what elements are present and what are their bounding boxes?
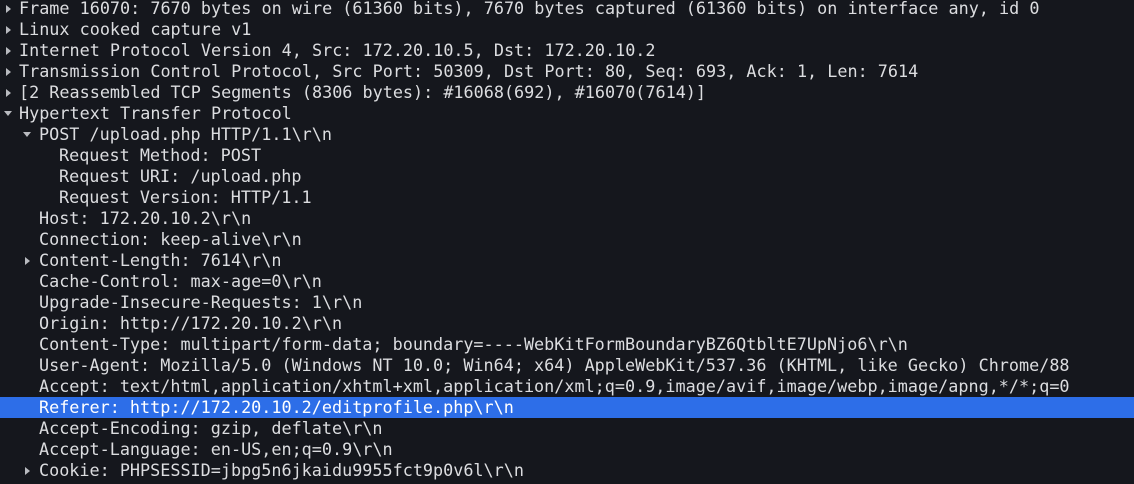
- tree-item-label: Cache-Control: max-age=0\r\n: [39, 271, 322, 291]
- tree-item-label: Request URI: /upload.php: [59, 166, 302, 186]
- tree-item-accept[interactable]: Accept: text/html,application/xhtml+xml,…: [0, 376, 1134, 397]
- tree-item-label: Transmission Control Protocol, Src Port:…: [19, 61, 919, 81]
- tree-item-referer[interactable]: Referer: http://172.20.10.2/editprofile.…: [0, 397, 1134, 418]
- tree-item-linux-cooked-capture[interactable]: Linux cooked capture v1: [0, 19, 1134, 40]
- chevron-right-icon[interactable]: [2, 40, 14, 61]
- tree-item-request-line[interactable]: POST /upload.php HTTP/1.1\r\n: [0, 124, 1134, 145]
- tree-item-label: Accept: text/html,application/xhtml+xml,…: [39, 376, 1070, 396]
- tree-item-label: Request Method: POST: [59, 145, 262, 165]
- chevron-right-icon[interactable]: [2, 82, 14, 103]
- tree-item-user-agent[interactable]: User-Agent: Mozilla/5.0 (Windows NT 10.0…: [0, 355, 1134, 376]
- chevron-right-icon[interactable]: [2, 61, 14, 82]
- tree-item-label: [2 Reassembled TCP Segments (8306 bytes)…: [19, 82, 707, 102]
- tree-item-content-type[interactable]: Content-Type: multipart/form-data; bound…: [0, 334, 1134, 355]
- tree-item-host[interactable]: Host: 172.20.10.2\r\n: [0, 208, 1134, 229]
- tree-item-reassembled-segments[interactable]: [2 Reassembled TCP Segments (8306 bytes)…: [0, 82, 1134, 103]
- tree-item-upgrade-insecure-requests[interactable]: Upgrade-Insecure-Requests: 1\r\n: [0, 292, 1134, 313]
- tree-item-label: Linux cooked capture v1: [19, 19, 252, 39]
- chevron-right-icon[interactable]: [2, 19, 14, 40]
- tree-item-label: Origin: http://172.20.10.2\r\n: [39, 313, 343, 333]
- tree-item-label: Hypertext Transfer Protocol: [19, 103, 292, 123]
- tree-item-label: Accept-Encoding: gzip, deflate\r\n: [39, 418, 383, 438]
- tree-item-label: Content-Type: multipart/form-data; bound…: [39, 334, 908, 354]
- tree-item-label: POST /upload.php HTTP/1.1\r\n: [39, 124, 332, 144]
- tree-item-content-length[interactable]: Content-Length: 7614\r\n: [0, 250, 1134, 271]
- tree-item-label: Cookie: PHPSESSID=jbpg5n6jkaidu9955fct9p…: [39, 460, 524, 480]
- tree-item-request-method[interactable]: Request Method: POST: [0, 145, 1134, 166]
- tree-item-label: Frame 16070: 7670 bytes on wire (61360 b…: [19, 0, 1040, 18]
- tree-item-accept-encoding[interactable]: Accept-Encoding: gzip, deflate\r\n: [0, 418, 1134, 439]
- tree-item-request-uri[interactable]: Request URI: /upload.php: [0, 166, 1134, 187]
- chevron-right-icon[interactable]: [2, 0, 14, 19]
- tree-item-label: Internet Protocol Version 4, Src: 172.20…: [19, 40, 656, 60]
- tree-item-http[interactable]: Hypertext Transfer Protocol: [0, 103, 1134, 124]
- tree-item-accept-language[interactable]: Accept-Language: en-US,en;q=0.9\r\n: [0, 439, 1134, 460]
- tree-item-ipv4[interactable]: Internet Protocol Version 4, Src: 172.20…: [0, 40, 1134, 61]
- tree-item-label: Referer: http://172.20.10.2/editprofile.…: [39, 397, 514, 417]
- tree-item-connection[interactable]: Connection: keep-alive\r\n: [0, 229, 1134, 250]
- chevron-down-icon[interactable]: [2, 103, 14, 124]
- chevron-down-icon[interactable]: [21, 124, 33, 145]
- tree-item-label: User-Agent: Mozilla/5.0 (Windows NT 10.0…: [39, 355, 1070, 375]
- tree-item-frame[interactable]: Frame 16070: 7670 bytes on wire (61360 b…: [0, 0, 1134, 19]
- tree-item-request-version[interactable]: Request Version: HTTP/1.1: [0, 187, 1134, 208]
- tree-item-label: Upgrade-Insecure-Requests: 1\r\n: [39, 292, 363, 312]
- tree-item-label: Connection: keep-alive\r\n: [39, 229, 302, 249]
- tree-item-cookie[interactable]: Cookie: PHPSESSID=jbpg5n6jkaidu9955fct9p…: [0, 460, 1134, 481]
- chevron-right-icon[interactable]: [21, 250, 33, 271]
- tree-item-label: Host: 172.20.10.2\r\n: [39, 208, 252, 228]
- tree-item-label: Accept-Language: en-US,en;q=0.9\r\n: [39, 439, 393, 459]
- chevron-right-icon[interactable]: [21, 460, 33, 481]
- packet-details-tree[interactable]: Frame 16070: 7670 bytes on wire (61360 b…: [0, 0, 1134, 484]
- tree-item-label: Content-Length: 7614\r\n: [39, 250, 282, 270]
- tree-item-cache-control[interactable]: Cache-Control: max-age=0\r\n: [0, 271, 1134, 292]
- tree-item-label: Request Version: HTTP/1.1: [59, 187, 312, 207]
- tree-item-tcp[interactable]: Transmission Control Protocol, Src Port:…: [0, 61, 1134, 82]
- tree-item-origin[interactable]: Origin: http://172.20.10.2\r\n: [0, 313, 1134, 334]
